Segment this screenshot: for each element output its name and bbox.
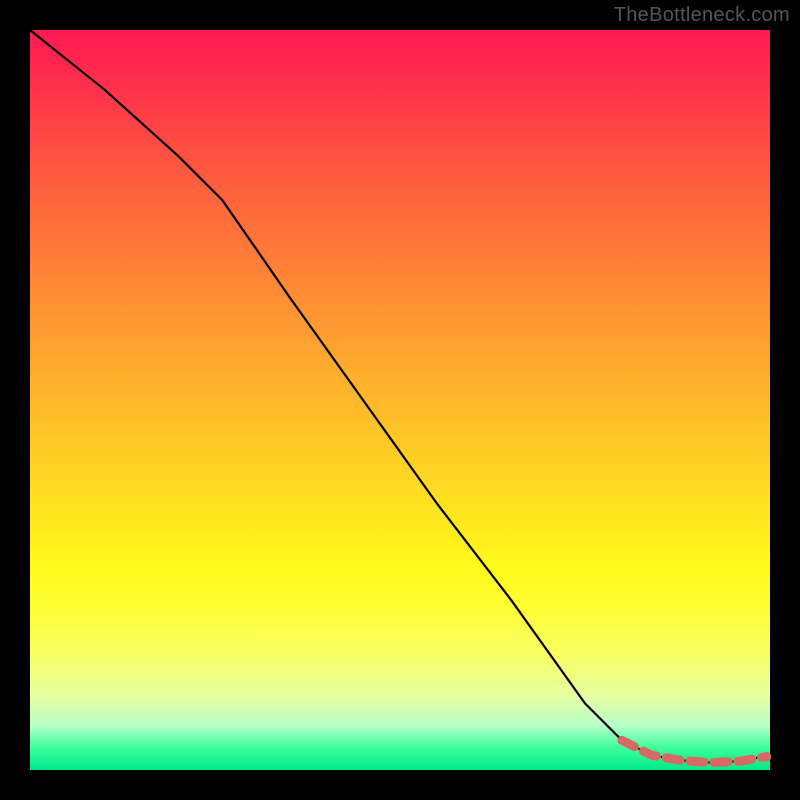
chart-stage: TheBottleneck.com [0,0,800,800]
bottleneck-curve-line [30,30,770,763]
watermark-text: TheBottleneck.com [614,4,790,27]
trough-highlight-dashes [622,740,766,762]
chart-overlay [30,30,770,770]
curve-end-dot [761,752,771,762]
